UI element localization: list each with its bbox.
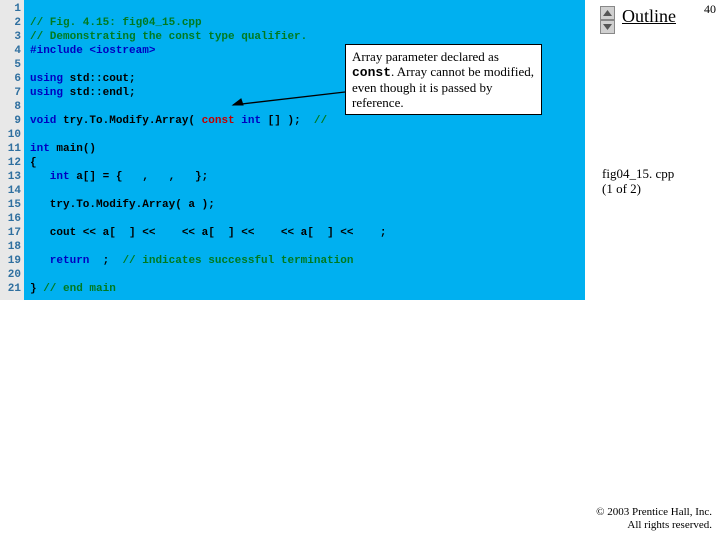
code-keyword-const: const <box>202 115 235 127</box>
copyright-line: © 2003 Prentice Hall, Inc. <box>596 506 712 519</box>
code-keyword: using <box>30 87 63 99</box>
code-text: a[] = { , , }; <box>70 171 209 183</box>
code-text: main() <box>50 143 96 155</box>
outline-link[interactable]: Outline <box>622 6 676 27</box>
code-keyword: return <box>30 255 89 267</box>
callout-arrow <box>225 90 355 110</box>
code-text: cout << a[ ] << <box>30 227 162 239</box>
figure-file: fig04_15. cpp <box>602 166 674 181</box>
line-number-gutter: 123456789101112131415161718192021 <box>0 0 24 300</box>
code-keyword: int <box>30 143 50 155</box>
code-include-target: <iostream> <box>89 45 155 57</box>
code-text: std::endl; <box>63 87 136 99</box>
nav-prev-button[interactable] <box>600 6 615 20</box>
slide: 123456789101112131415161718192021 // Fig… <box>0 0 720 540</box>
code-text: ; <box>360 227 386 239</box>
chevron-down-icon <box>601 21 614 33</box>
code-comment: // Fig. 4.15: fig04_15.cpp <box>30 17 202 29</box>
code-keyword: int <box>241 115 261 127</box>
code-keyword: void <box>30 115 56 127</box>
copyright: © 2003 Prentice Hall, Inc. All rights re… <box>596 506 712 532</box>
code-text: << a[ ] << <box>261 227 360 239</box>
code-text: try.To.Modify.Array( <box>56 115 201 127</box>
code-comment: // indicates successful termination <box>122 255 353 267</box>
code-preproc: #include <box>30 45 89 57</box>
nav-next-button[interactable] <box>600 20 615 34</box>
code-brace: } <box>30 283 43 295</box>
callout-text: Array parameter declared as <box>352 49 499 64</box>
code-text: [] ); <box>261 115 314 127</box>
code-comment: // end main <box>43 283 116 295</box>
code-listing: // Fig. 4.15: fig04_15.cpp // Demonstrat… <box>30 2 387 296</box>
code-keyword: using <box>30 73 63 85</box>
code-keyword: int <box>30 171 70 183</box>
chevron-up-icon <box>601 7 614 19</box>
code-text: << a[ ] << <box>162 227 261 239</box>
code-comment: // <box>314 115 334 127</box>
code-text: try.To.Modify.Array( a ); <box>30 199 215 211</box>
callout-keyword: const <box>352 65 391 80</box>
figure-part: (1 of 2) <box>602 181 674 196</box>
code-comment: // Demonstrating the const type qualifie… <box>30 31 307 43</box>
nav-buttons <box>600 6 615 34</box>
code-text: std::cout; <box>63 73 136 85</box>
code-brace: { <box>30 157 37 169</box>
page-number: 40 <box>704 2 716 17</box>
copyright-line: All rights reserved. <box>596 519 712 532</box>
callout-box: Array parameter declared as const. Array… <box>345 44 542 115</box>
code-text: ; <box>89 255 122 267</box>
figure-reference: fig04_15. cpp (1 of 2) <box>602 166 674 196</box>
